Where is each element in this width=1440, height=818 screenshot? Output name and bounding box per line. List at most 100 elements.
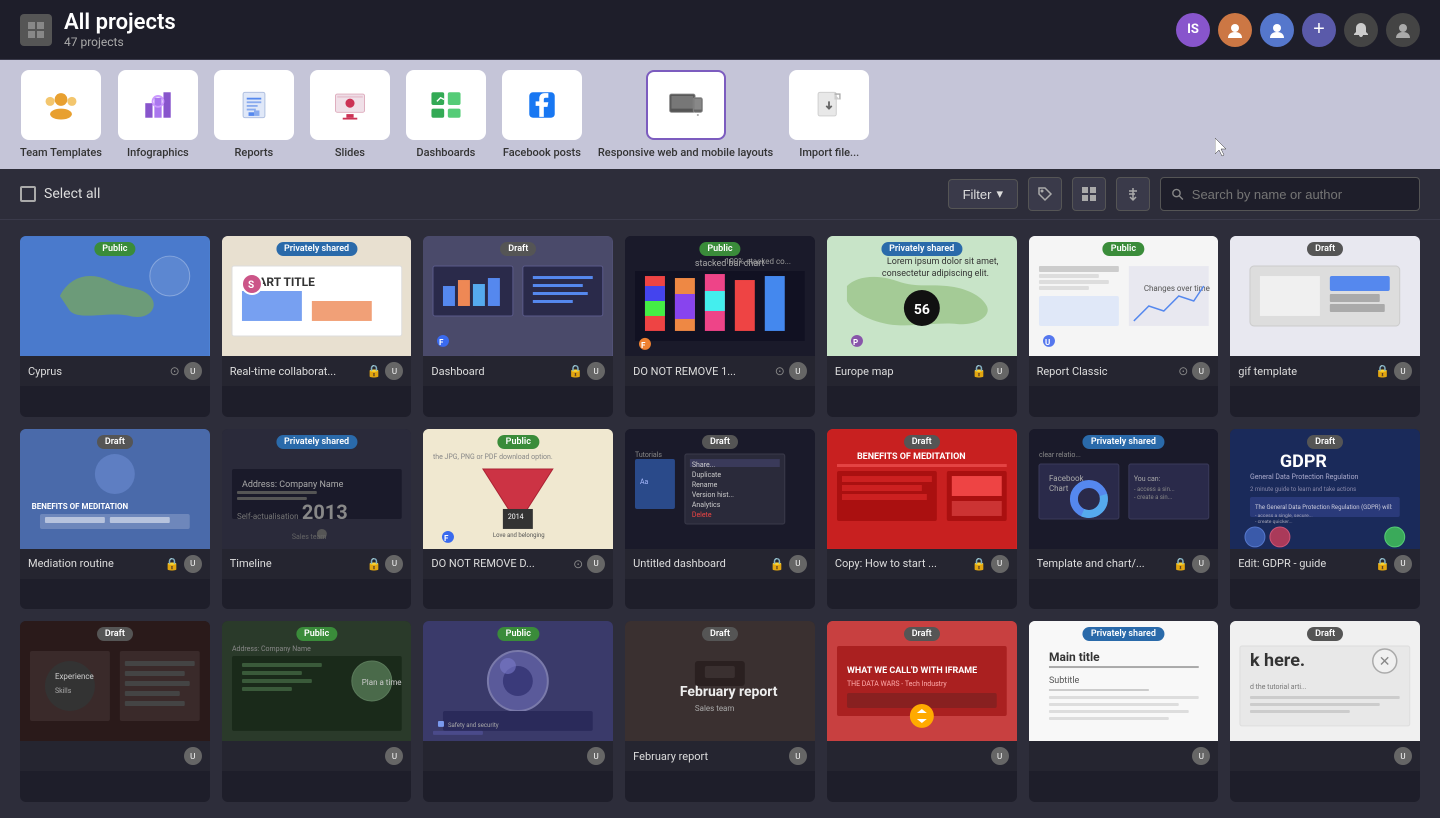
card-row3-2-preview: Public Address: Company Name Plan a time [222,621,412,741]
card-donotremove1-footer: DO NOT REMOVE 1... ⊙ U [625,356,815,386]
card-row3-2-badge: Public [296,627,337,641]
category-responsive-web[interactable]: Responsive web and mobile layouts [598,70,773,159]
svg-text:Chart: Chart [1049,484,1069,493]
card-timeline-lock-icon: 🔒 [366,557,381,571]
card-timeline[interactable]: Privately shared Address: Company Name 2… [222,429,412,610]
svg-text:Sales team: Sales team [292,533,327,541]
card-donotremove1[interactable]: Public stacked bar chart 100% stacked co… [625,236,815,417]
card-realtime[interactable]: Privately shared CHART TITLE S Real-time… [222,236,412,417]
card-dashboard-preview: Draft F [423,236,613,356]
card-cyprus[interactable]: Public Cyprus ⊙ U [20,236,210,417]
sort-button[interactable] [1116,177,1150,211]
card-tutorial[interactable]: Draft k here. ✕ d the tutorial arti... U [1230,621,1420,802]
card-europe[interactable]: Privately shared Lorem ipsum dolor sit a… [827,236,1017,417]
svg-text:- access a sin...: - access a sin... [1133,486,1174,493]
card-copy-title: Copy: How to start ... [835,557,937,570]
card-template[interactable]: Privately shared clear relatio... Facebo… [1029,429,1219,610]
card-row3-3-avatar: U [587,747,605,765]
card-cyprus-footer: Cyprus ⊙ U [20,356,210,386]
card-meditation[interactable]: Draft BENEFITS OF MEDITATION Mediation r… [20,429,210,610]
avatar-3[interactable] [1260,13,1294,47]
svg-text:S: S [248,280,254,291]
card-copy[interactable]: Draft BENEFITS OF MEDITATION Copy: How t… [827,429,1017,610]
app-logo[interactable] [20,14,52,46]
import-file-label: Import file... [799,146,859,159]
card-maintitle-badge: Privately shared [1083,627,1164,641]
svg-text:Rename: Rename [692,481,718,489]
card-untitled[interactable]: Draft Tutorials Share... Duplicate Renam… [625,429,815,610]
notification-button[interactable] [1344,13,1378,47]
svg-text:P: P [853,338,858,347]
card-timeline-badge: Privately shared [276,435,357,449]
infographics-icon-box [118,70,198,140]
card-maintitle-preview: Privately shared Main title Subtitle [1029,621,1219,741]
filter-label: Filter [963,187,992,202]
card-timeline-title: Timeline [230,557,272,570]
card-february[interactable]: Draft February report Sales team Februar… [625,621,815,802]
card-template-footer: Template and chart/... 🔒 U [1029,549,1219,579]
card-row3-1[interactable]: Draft Experience Skills U [20,621,210,802]
card-donotremoved[interactable]: Public the JPG, PNG or PDF download opti… [423,429,613,610]
responsive-web-icon-box [646,70,726,140]
card-row3-1-preview: Draft Experience Skills [20,621,210,741]
avatar-1[interactable]: IS [1176,13,1210,47]
card-dashboard-lock-icon: 🔒 [568,364,583,378]
svg-text:BENEFITS OF MEDITATION: BENEFITS OF MEDITATION [32,502,129,511]
avatar-2[interactable] [1218,13,1252,47]
card-template-avatar: U [1192,555,1210,573]
select-all-checkbox[interactable] [20,186,36,202]
card-gif-preview: Draft [1230,236,1420,356]
card-maintitle[interactable]: Privately shared Main title Subtitle U [1029,621,1219,802]
card-realtime-title: Real-time collaborat... [230,365,336,378]
card-gdpr-preview: Draft GDPR General Data Protection Regul… [1230,429,1420,549]
search-input[interactable] [1192,187,1409,202]
card-gif[interactable]: Draft gif template 🔒 U [1230,236,1420,417]
card-february-badge: Draft [702,627,738,641]
category-reports[interactable]: Reports [214,70,294,159]
card-template-title: Template and chart/... [1037,557,1145,570]
card-gdpr[interactable]: Draft GDPR General Data Protection Regul… [1230,429,1420,610]
tag-filter-button[interactable] [1028,177,1062,211]
select-all-container[interactable]: Select all [20,186,100,202]
svg-text:2013: 2013 [302,500,348,524]
toolbar: Select all Filter ▾ [0,169,1440,220]
category-slides[interactable]: Slides [310,70,390,159]
card-realtime-preview: Privately shared CHART TITLE S [222,236,412,356]
category-team-templates[interactable]: Team Templates [20,70,102,159]
grid-view-button[interactable] [1072,177,1106,211]
card-realtime-footer: Real-time collaborat... 🔒 U [222,356,412,386]
svg-text:100% stacked co...: 100% stacked co... [725,257,791,266]
svg-text:February report: February report [680,684,778,700]
card-copy-avatar: U [991,555,1009,573]
card-reportclassic-badge: Public [1103,242,1144,256]
dashboards-icon-box [406,70,486,140]
svg-text:Address: Company Name: Address: Company Name [232,645,311,653]
category-infographics[interactable]: Infographics [118,70,198,159]
card-cyprus-title: Cyprus [28,365,62,378]
card-cyprus-avatar: U [184,362,202,380]
svg-text:Address: Company Name: Address: Company Name [242,480,344,490]
svg-text:Subtitle: Subtitle [1049,676,1080,686]
card-datawars[interactable]: Draft WHAT WE CALL'D WITH IFRAME THE DAT… [827,621,1017,802]
category-facebook-posts[interactable]: Facebook posts [502,70,582,159]
card-tutorial-footer: U [1230,741,1420,771]
filter-button[interactable]: Filter ▾ [948,179,1018,209]
add-collaborator-button[interactable]: + [1302,13,1336,47]
category-dashboards[interactable]: Dashboards [406,70,486,159]
card-row3-3[interactable]: Public Safety and security U [423,621,613,802]
card-gif-title: gif template [1238,365,1297,378]
profile-avatar[interactable] [1386,13,1420,47]
card-dashboard[interactable]: Draft F Dashboard 🔒 U [423,236,613,417]
infographics-label: Infographics [127,146,189,159]
card-europe-footer: Europe map 🔒 U [827,356,1017,386]
card-reportclassic[interactable]: Public Changes over time U Report Classi… [1029,236,1219,417]
card-gif-footer: gif template 🔒 U [1230,356,1420,386]
responsive-web-label: Responsive web and mobile layouts [598,146,773,159]
card-row3-2[interactable]: Public Address: Company Name Plan a time… [222,621,412,802]
card-donotremoved-title: DO NOT REMOVE D... [431,557,534,570]
card-europe-avatar: U [991,362,1009,380]
card-row3-3-preview: Public Safety and security [423,621,613,741]
category-import-file[interactable]: Import file... [789,70,869,159]
reports-label: Reports [235,146,274,159]
card-donotremoved-avatar: U [587,555,605,573]
